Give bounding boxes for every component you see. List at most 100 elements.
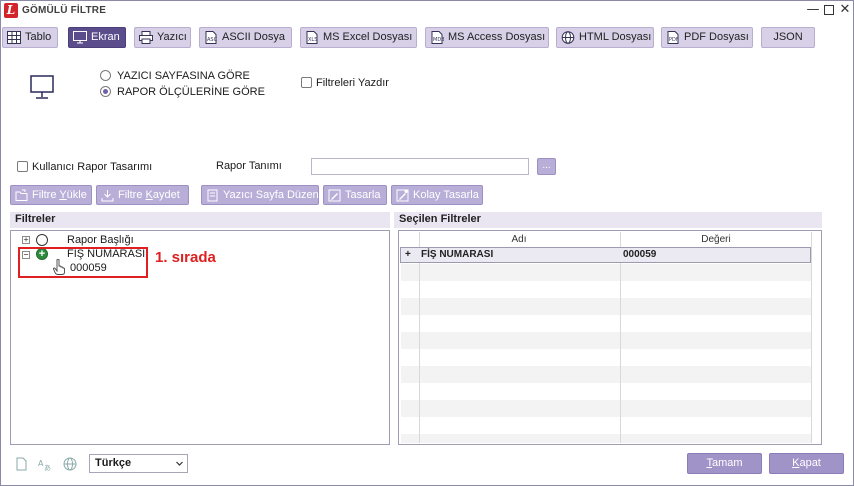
save-filter-button[interactable]: Filtre Kaydet [96,185,189,205]
tab-label: JSON [773,31,803,43]
highlight-box [18,247,148,278]
column-header-value[interactable]: Değeri [621,233,811,247]
tab-ms-access-dosyasi[interactable]: MDB MS Access Dosyası [425,27,549,48]
radio-printer-page[interactable] [100,70,111,81]
tab-json[interactable]: JSON [761,27,815,48]
load-filter-label: Filtre Yükle [32,189,87,201]
ok-label: amam [711,457,743,469]
design-icon [328,189,341,202]
ok-button[interactable]: Tamam [687,453,762,474]
tab-ekran[interactable]: Ekran [68,27,126,48]
tab-label: MS Excel Dosyası [323,31,413,43]
gomulu-filtre-window: L GÖMÜLÜ FİLTRE — ✕ Tablo Ekran Yazıcı A… [0,0,854,486]
grid-stripe [401,400,811,417]
expand-toggle[interactable]: + [22,236,30,244]
grid-stripe [401,434,811,443]
user-design-checkbox[interactable] [17,161,28,172]
close-window-button[interactable]: ✕ [837,2,853,18]
column-header-name[interactable]: Adı [419,233,619,247]
save-filter-label: Filtre Kaydet [118,189,180,201]
access-file-icon: MDB [431,31,444,44]
column-divider [620,232,621,443]
report-def-label: Rapor Tanımı [216,160,282,172]
monitor-icon [30,75,54,99]
svg-text:XLS: XLS [308,37,317,43]
browse-button[interactable]: ... [537,158,556,175]
title-bar: L GÖMÜLÜ FİLTRE — ✕ [1,1,853,21]
window-title: GÖMÜLÜ FİLTRE [22,5,107,16]
monitor-icon [73,31,87,44]
annotation-text: 1. sırada [155,249,216,266]
new-document-icon[interactable] [14,457,28,471]
hand-cursor-icon [53,259,65,275]
svg-text:MDB: MDB [433,37,444,43]
circle-icon [36,234,48,246]
page-layout-icon [207,189,218,202]
report-def-input[interactable] [311,158,529,175]
radio-printer-page-label: YAZICI SAYFASINA GÖRE [117,70,250,82]
globe-icon[interactable] [63,457,77,471]
printer-page-layout-button[interactable]: Yazıcı Sayfa Düzeni [201,185,322,205]
language-value: Türkçe [95,457,132,469]
grid-stripe [401,264,811,281]
user-design-label: Kullanıcı Rapor Tasarımı [32,161,153,173]
maximize-icon [824,5,834,15]
table-row[interactable]: + FİŞ NUMARASI 000059 [400,247,811,263]
tab-label: Ekran [91,31,120,43]
translate-icon[interactable]: Aあ [38,457,52,471]
selected-filters-header: Seçilen Filtreler [394,212,822,228]
cell-value: 000059 [623,249,657,260]
tab-label: Tablo [25,31,52,43]
printer-page-layout-label: Yazıcı Sayfa Düzeni [223,189,322,201]
filters-header: Filtreler [10,212,390,228]
tab-label: Yazıcı [157,31,187,43]
excel-file-icon: XLS [306,31,318,44]
tab-pdf-dosyasi[interactable]: PDF PDF Dosyası [661,27,753,48]
cell-name: FİŞ NUMARASI [421,249,494,260]
maximize-button[interactable] [821,2,837,18]
svg-text:ASC: ASC [207,37,218,43]
tab-yazici[interactable]: Yazıcı [134,27,191,48]
easy-design-icon [396,189,409,202]
easy-design-label: Kolay Tasarla [413,189,479,201]
svg-text:PDF: PDF [669,37,679,43]
tab-label: MS Access Dosyası [448,31,546,43]
tab-ms-excel-dosyasi[interactable]: XLS MS Excel Dosyası [300,27,417,48]
tab-label: PDF Dosyası [684,31,749,43]
design-label: Tasarla [345,189,381,201]
pdf-file-icon: PDF [667,31,679,44]
folder-open-icon [15,189,28,201]
printer-icon [139,31,153,44]
tree-item-rapor-basligi[interactable]: Rapor Başlığı [67,234,134,246]
tab-html-dosyasi[interactable]: HTML Dosyası [556,27,654,48]
globe-icon [561,31,575,44]
tab-tablo[interactable]: Tablo [2,27,58,48]
ascii-file-icon: ASC [205,31,218,44]
grid-stripe [401,332,811,349]
grid-stripe [401,298,811,315]
load-filter-text-rest: ükle [66,189,87,201]
load-filter-button[interactable]: Filtre Yükle [10,185,92,205]
column-divider [811,232,812,443]
minimize-button[interactable]: — [805,2,821,18]
tab-ascii-dosya[interactable]: ASC ASCII Dosya [199,27,292,48]
load-filter-hotkey: Y [59,189,67,201]
easy-design-button[interactable]: Kolay Tasarla [391,185,483,205]
design-button[interactable]: Tasarla [323,185,387,205]
load-filter-text: Filtre [32,189,60,201]
table-icon [7,31,21,44]
close-label: apat [799,457,821,469]
radio-report-size[interactable] [100,86,111,97]
column-divider [419,232,420,443]
print-filters-checkbox[interactable] [301,77,312,88]
output-toolbar: Tablo Ekran Yazıcı ASC ASCII Dosya XLS M… [1,27,853,49]
chevron-down-icon [176,461,183,466]
tab-label: HTML Dosyası [579,31,652,43]
radio-report-size-label: RAPOR ÖLÇÜLERİNE GÖRE [117,86,265,98]
save-filter-text-rest: aydet [152,189,180,201]
tab-label: ASCII Dosya [222,31,285,43]
download-icon [101,190,114,202]
language-select[interactable]: Türkçe [89,454,188,473]
close-button[interactable]: Kapat [769,453,844,474]
svg-text:あ: あ [44,464,51,471]
